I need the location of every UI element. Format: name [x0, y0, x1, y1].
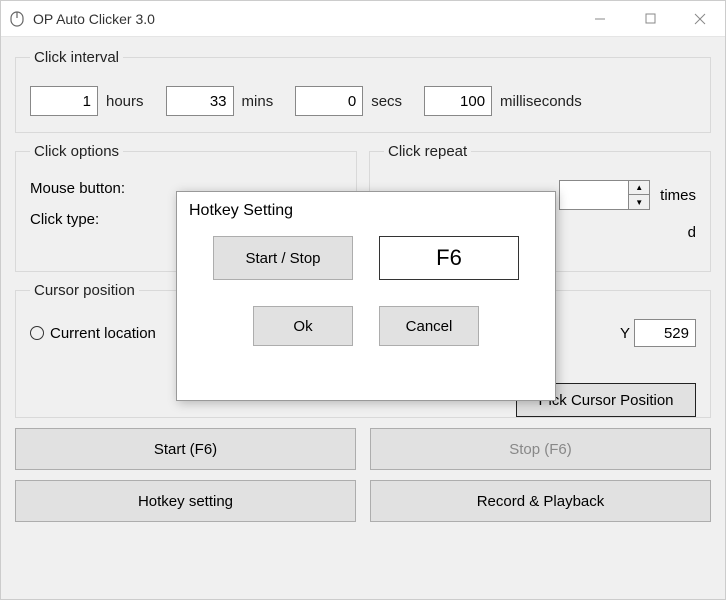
app-window: OP Auto Clicker 3.0 Click interval hours… [0, 0, 726, 600]
hotkey-setting-dialog: Hotkey Setting Start / Stop F6 Ok Cancel [176, 191, 556, 401]
click-options-legend: Click options [30, 143, 123, 160]
repeat-until-label: d [688, 224, 696, 241]
mins-label: mins [242, 93, 274, 110]
repeat-times-spinner[interactable]: ▲ ▼ [559, 180, 650, 210]
close-button[interactable] [675, 1, 725, 36]
click-repeat-legend: Click repeat [384, 143, 471, 160]
times-label: times [660, 187, 696, 204]
hotkey-display[interactable]: F6 [379, 236, 519, 280]
ms-label: milliseconds [500, 93, 582, 110]
minimize-button[interactable] [575, 1, 625, 36]
secs-label: secs [371, 93, 402, 110]
mouse-icon [9, 11, 25, 27]
mouse-button-label: Mouse button: [30, 180, 140, 197]
maximize-button[interactable] [625, 1, 675, 36]
y-input[interactable] [634, 319, 696, 347]
click-type-label: Click type: [30, 211, 140, 228]
current-location-label: Current location [50, 325, 156, 342]
current-location-radio[interactable] [30, 326, 44, 340]
click-interval-legend: Click interval [30, 49, 123, 66]
ms-input[interactable] [424, 86, 492, 116]
y-label: Y [620, 325, 630, 342]
start-button[interactable]: Start (F6) [15, 428, 356, 470]
spinner-up-icon[interactable]: ▲ [629, 181, 649, 195]
cancel-button[interactable]: Cancel [379, 306, 479, 346]
title-bar: OP Auto Clicker 3.0 [1, 1, 725, 37]
click-interval-group: Click interval hours mins secs milliseco… [15, 49, 711, 133]
repeat-times-input[interactable] [559, 180, 629, 210]
hours-label: hours [106, 93, 144, 110]
spinner-down-icon[interactable]: ▼ [629, 195, 649, 209]
hours-input[interactable] [30, 86, 98, 116]
secs-input[interactable] [295, 86, 363, 116]
start-stop-button[interactable]: Start / Stop [213, 236, 353, 280]
cursor-position-legend: Cursor position [30, 282, 139, 299]
window-title: OP Auto Clicker 3.0 [33, 11, 575, 27]
mins-input[interactable] [166, 86, 234, 116]
record-playback-button[interactable]: Record & Playback [370, 480, 711, 522]
dialog-title: Hotkey Setting [177, 192, 555, 226]
ok-button[interactable]: Ok [253, 306, 353, 346]
hotkey-setting-button[interactable]: Hotkey setting [15, 480, 356, 522]
stop-button[interactable]: Stop (F6) [370, 428, 711, 470]
